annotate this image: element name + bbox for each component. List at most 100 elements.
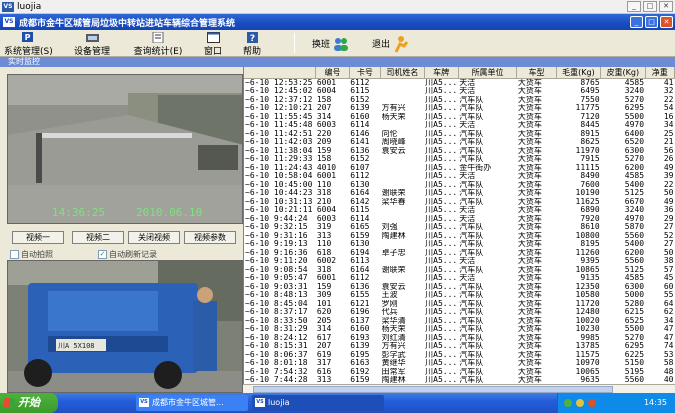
table-row[interactable]: ~6-10 9:11:20 6002 6113 川A5... 天洁 大货车 9395 5560… [244,257,675,266]
table-row[interactable]: ~6-10 10:21:11 6004 6115 川A5... 天洁 大货车 6890 324… [244,206,675,215]
table-row[interactable]: ~6-10 11:42:03 209 6141 周晓峰 川A5... 汽车队 大货车 8625… [244,138,675,147]
column-header[interactable]: 司机姓名 [380,67,425,79]
table-row[interactable]: ~6-10 11:42:51 220 6146 向伦 川A5... 汽车队 大货车 8915 6… [244,130,675,139]
table-row[interactable]: ~6-10 12:10:21 207 6139 方有兴 川A5... 汽车队 大货车 1177… [244,104,675,113]
table-cell: 汽车队 [459,112,484,121]
table-cell: 50 [663,189,674,198]
table-cell: 6160 [350,112,370,121]
table-cell: 天洁 [459,274,476,283]
table-row[interactable]: ~6-10 10:44:23 318 6164 谢联荣 川A5... 汽车队 大货车 1019… [244,189,675,198]
table-row[interactable]: ~6-10 8:37:17 620 6196 代兵 川A5... 汽车队 大货车 12480 6… [244,308,675,317]
scrollbar-thumb[interactable] [253,386,613,393]
table-row[interactable]: ~6-10 8:15:31 207 6139 方有兴 川A5... 汽车队 大货车 13785… [244,342,675,351]
table-row[interactable]: ~6-10 9:03:31 159 6136 袁安云 川A5... 汽车队 大货车 12350… [244,283,675,292]
table-cell: 8445 [580,121,600,130]
app-icon: VS [2,1,14,12]
start-button[interactable]: 开始 [0,393,58,413]
table-cell [381,257,424,266]
table-cell: ~6-10 10:21:11 [245,206,313,215]
table-cell: 6003 [316,121,337,130]
table-row[interactable]: ~6-10 9:32:15 319 6165 刘强 川A5... 汽车队 大货车 8610 58… [244,223,675,232]
table-cell: 王波 [381,291,398,300]
table-row[interactable]: ~6-10 10:31:13 210 6142 梁华春 川A5... 汽车队 大货车 1162… [244,198,675,207]
table-cell: 大货车 [517,87,542,96]
close-video-button[interactable]: 关闭视频 [128,231,180,244]
table-row[interactable]: ~6-10 10:45:00 110 6130 川A5... 汽车队 大货车 7600 540… [244,181,675,190]
toolbar-help-button[interactable]: ? 帮助 [238,31,266,57]
table-row[interactable]: ~6-10 12:45:02 6004 6115 川A5... 天洁 大货车 6495 324… [244,87,675,96]
video-scene-1: 14:36:25 2010.06.10 [8,75,242,223]
table-row[interactable]: ~6-10 7:44:28 313 6159 陶建林 川A5... 汽车队 大货车 9635 5… [244,376,675,384]
records-table[interactable]: 编号 卡号 司机姓名 车牌 所属单位 车型 毛重(Kg) 皮重(Kg) 净重 ~6-10 12:… [243,67,675,384]
table-cell: 5195 [624,367,645,376]
inner-minimize-button[interactable]: _ [630,16,643,28]
column-header[interactable]: 皮重(Kg) [600,67,646,79]
table-row[interactable]: ~6-10 8:01:18 317 6163 黄继华 川A5... 汽车队 大货车 10970… [244,359,675,368]
column-header[interactable]: 编号 [315,67,350,79]
column-header[interactable]: 毛重(Kg) [556,67,602,79]
inner-close-button[interactable]: ✕ [660,16,673,28]
table-cell: 74 [663,342,674,351]
table-cell: 209 [316,138,332,147]
toolbar-system-button[interactable]: P 系统管理(S) [4,31,53,57]
table-row[interactable]: ~6-10 9:16:36 618 6194 卓子忠 川A5... 汽车队 大货车 11260… [244,249,675,258]
table-row[interactable]: ~6-10 9:05:47 6001 6112 川A5... 天洁 大货车 9135 4585… [244,274,675,283]
table-cell: 52 [663,231,674,240]
video-two-button[interactable]: 视频二 [72,231,124,244]
table-cell: 10020 [575,316,600,325]
toolbar-query-button[interactable]: 查询统计(E) [132,31,184,57]
maximize-button[interactable]: □ [643,1,657,12]
table-cell: 汽车队 [459,138,484,147]
table-row[interactable]: ~6-10 11:55:45 314 6160 杨天荣 川A5... 汽车队 大货车 7120… [244,113,675,122]
table-cell [381,164,424,173]
taskbar-item[interactable]: VS 成都市金牛区城管... [136,395,248,411]
table-cell: 4585 [624,274,645,283]
table-row[interactable]: ~6-10 8:33:50 205 6137 梁华清 川A5... 汽车队 大货车 10020… [244,317,675,326]
column-header[interactable]: 卡号 [349,67,382,79]
table-cell: 大货车 [517,350,542,359]
auto-refresh-checkbox[interactable]: ✓ 自动刷新记录 [98,249,157,260]
table-row[interactable]: ~6-10 11:38:04 159 6136 袁安云 川A5... 汽车队 大货车 1197… [244,147,675,156]
video-one-button[interactable]: 视频一 [12,231,64,244]
table-cell: 6165 [350,223,370,232]
column-header[interactable]: 所属单位 [458,67,518,79]
table-row[interactable]: ~6-10 11:45:48 6003 6114 川A5... 天洁 大货车 8445 497… [244,121,675,130]
table-cell: 10970 [575,359,600,368]
table-row[interactable]: ~6-10 10:58:04 6001 6112 川A5... 天洁 大货车 8490 458… [244,172,675,181]
close-button[interactable]: ✕ [659,1,673,12]
table-row[interactable]: ~6-10 12:37:12 158 6152 川A5... 汽车队 大货车 7550 527… [244,96,675,105]
toolbar-device-button[interactable]: 设备管理 [68,31,116,57]
table-row[interactable]: ~6-10 9:31:16 313 6159 陶建林 川A5... 汽车队 大货车 10800… [244,232,675,241]
table-row[interactable]: ~6-10 11:29:33 158 6152 川A5... 汽车队 大货车 7915 527… [244,155,675,164]
table-row[interactable]: ~6-10 8:31:29 314 6160 杨天荣 川A5... 汽车队 大货车 10230… [244,325,675,334]
table-cell: 汽车队 [459,367,484,376]
column-header[interactable]: 车牌 [424,67,459,79]
video-params-button[interactable]: 视频参数 [184,231,236,244]
inner-maximize-button[interactable]: □ [645,16,658,28]
table-cell: 10800 [575,231,600,240]
toolbar-exit-button[interactable]: 退出 [372,31,416,56]
toolbar-shift-button[interactable]: 换班 [312,31,358,56]
table-row[interactable]: ~6-10 7:54:32 616 6192 田常军 川A5... 汽车队 大货车 10065… [244,368,675,377]
table-row[interactable]: ~6-10 8:48:13 309 6155 王波 川A5... 汽车队 大货车 10580 5… [244,291,675,300]
table-row[interactable]: ~6-10 8:06:37 619 6195 彭学武 川A5... 汽车队 大货车 11575… [244,351,675,360]
table-row[interactable]: ~6-10 11:24:43 4010 6107 川A5... 金牛街办 大货车 11115… [244,164,675,173]
table-cell: 大货车 [517,308,542,317]
column-header[interactable] [244,67,317,79]
table-row[interactable]: ~6-10 9:19:13 110 6130 川A5... 汽车队 大货车 8195 5400… [244,240,675,249]
table-row[interactable]: ~6-10 9:08:54 318 6164 谢联荣 川A5... 汽车队 大货车 10865… [244,266,675,275]
table-row[interactable]: ~6-10 9:44:24 6003 6114 川A5... 天洁 大货车 7920 4970… [244,215,675,224]
table-cell [381,240,424,249]
table-row[interactable]: ~6-10 12:53:25 6001 6112 川A5... 天洁 大货车 8765 458… [244,79,675,88]
table-cell: 天洁 [459,214,476,223]
table-cell: 5125 [624,189,645,198]
table-row[interactable]: ~6-10 8:45:04 101 6121 罗刚 川A5... 汽车队 大货车 11720 5… [244,300,675,309]
table-row[interactable]: ~6-10 8:24:12 617 6193 刘红清 川A5... 汽车队 大货车 9985 5… [244,334,675,343]
toolbar-window-button[interactable]: 窗口 [202,31,224,57]
horizontal-scrollbar[interactable] [243,384,675,393]
column-header[interactable]: 净重 [645,67,675,79]
auto-photo-checkbox[interactable]: 自动拍照 [10,249,53,260]
taskbar-item[interactable]: VS luojia [252,395,384,411]
column-header[interactable]: 车型 [516,67,557,79]
minimize-button[interactable]: _ [627,1,641,12]
